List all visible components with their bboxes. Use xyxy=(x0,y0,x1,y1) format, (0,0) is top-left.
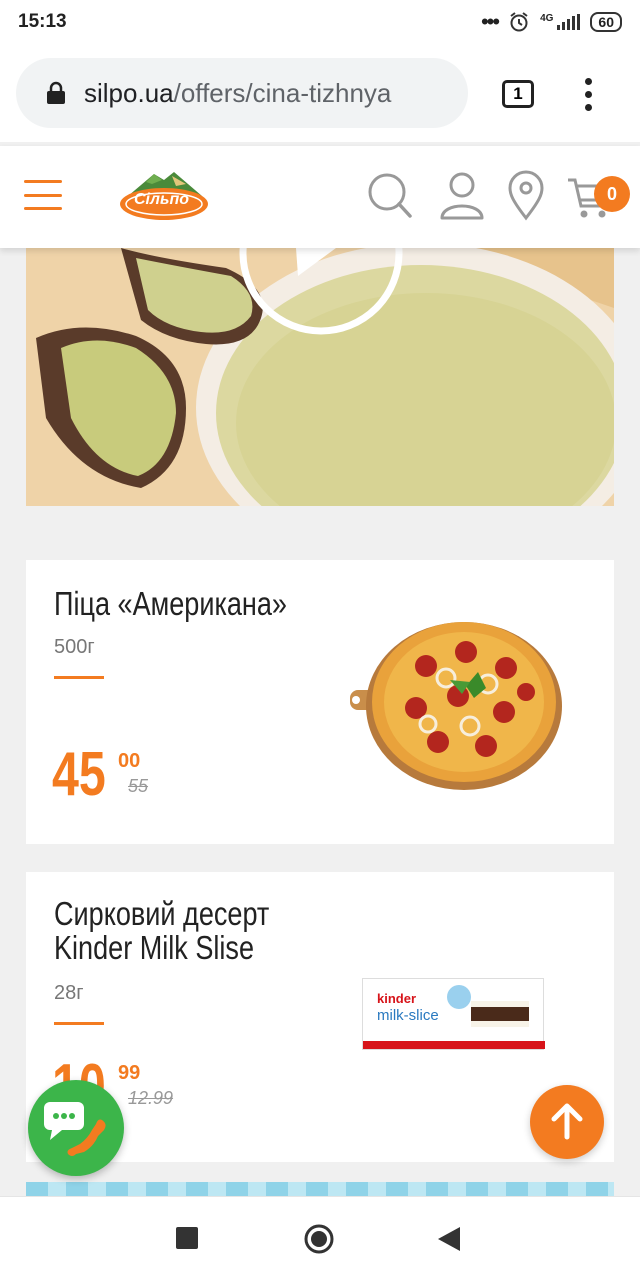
alarm-icon xyxy=(510,12,528,32)
status-time: 15:13 xyxy=(18,11,67,32)
address-bar[interactable]: silpo.ua/offers/cina-tizhnya xyxy=(16,58,468,128)
site-header: Сільпо xyxy=(0,146,640,248)
chat-phone-icon xyxy=(44,1102,106,1156)
browser-toolbar: silpo.ua/offers/cina-tizhnya 1 xyxy=(0,44,640,142)
url-domain: silpo.ua xyxy=(84,77,174,108)
hamburger-icon[interactable] xyxy=(24,180,62,210)
tab-switcher-button[interactable]: 1 xyxy=(502,80,534,108)
pack-name: milk-slice xyxy=(377,1007,439,1024)
nav-back-icon[interactable] xyxy=(438,1227,460,1251)
signal-icon xyxy=(557,14,581,30)
kinder-pack-image: kinder milk-slice xyxy=(362,978,545,1050)
accent-divider xyxy=(54,1022,104,1025)
status-bar: 15:13 ••• 4G 60 xyxy=(0,0,640,44)
dip-dish-illustration xyxy=(26,248,614,506)
scroll-to-top-button[interactable] xyxy=(530,1085,604,1159)
location-icon[interactable] xyxy=(502,170,550,222)
notification-dots-icon: ••• xyxy=(480,9,500,34)
logo-text: Сільпо xyxy=(134,191,189,208)
arrow-up-icon xyxy=(551,1103,583,1140)
status-icons: ••• 4G 60 xyxy=(481,9,622,35)
promo-banner-image[interactable] xyxy=(26,248,614,506)
product-title-line2: Kinder Milk Slise xyxy=(54,929,255,966)
chat-call-button[interactable] xyxy=(28,1080,124,1176)
battery-indicator: 60 xyxy=(590,12,622,32)
lock-icon xyxy=(46,81,66,105)
price-cents: 00 xyxy=(118,750,141,772)
url-path: /offers/cina-tizhnya xyxy=(173,77,392,108)
cart-count-badge: 0 xyxy=(594,176,630,212)
pack-brand: kinder xyxy=(377,991,417,1006)
more-menu-icon[interactable] xyxy=(585,78,592,111)
next-banner-edge xyxy=(26,1182,614,1196)
price-main: 45 xyxy=(52,740,106,809)
product-weight: 28г xyxy=(54,982,84,1004)
price-old: 12.99 xyxy=(128,1088,174,1108)
network-type: 4G xyxy=(540,13,554,24)
accent-divider xyxy=(54,676,104,679)
android-nav-bar xyxy=(0,1196,640,1280)
price-old: 55 xyxy=(128,776,149,796)
product-title-line1: Сирковий десерт xyxy=(54,895,270,932)
user-icon[interactable] xyxy=(438,170,486,222)
pizza-image xyxy=(350,622,562,790)
product-title: Піца «Американа» xyxy=(54,585,287,622)
search-icon[interactable] xyxy=(366,170,414,222)
nav-square-icon[interactable] xyxy=(176,1227,198,1249)
nav-circle-icon[interactable] xyxy=(303,1223,335,1255)
product-card[interactable]: Піца «Американа» 500г 45 00 55 xyxy=(26,560,614,844)
product-weight: 500г xyxy=(54,636,95,658)
